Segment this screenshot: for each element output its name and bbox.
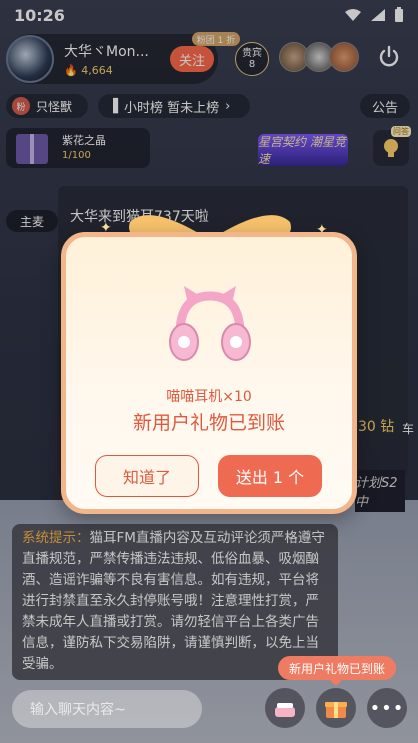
ok-button[interactable]: 知道了 bbox=[95, 455, 199, 497]
gift-button[interactable] bbox=[316, 688, 356, 728]
chat-input[interactable]: 输入聊天内容~ bbox=[12, 690, 202, 728]
more-button[interactable]: ••• bbox=[367, 688, 407, 728]
send-gift-button[interactable]: 送出 1 个 bbox=[218, 455, 322, 497]
cake-button[interactable] bbox=[265, 688, 305, 728]
new-user-gift-bubble: 新用户礼物已到账 bbox=[278, 656, 396, 686]
cake-icon bbox=[275, 703, 295, 717]
gift-icon bbox=[325, 702, 347, 718]
modal-gift-name: 喵喵耳机×10 bbox=[166, 389, 252, 405]
cat-headphone-icon bbox=[169, 286, 251, 361]
modal-message: 新用户礼物已到账 bbox=[132, 412, 285, 434]
more-dots-icon: ••• bbox=[369, 697, 405, 719]
